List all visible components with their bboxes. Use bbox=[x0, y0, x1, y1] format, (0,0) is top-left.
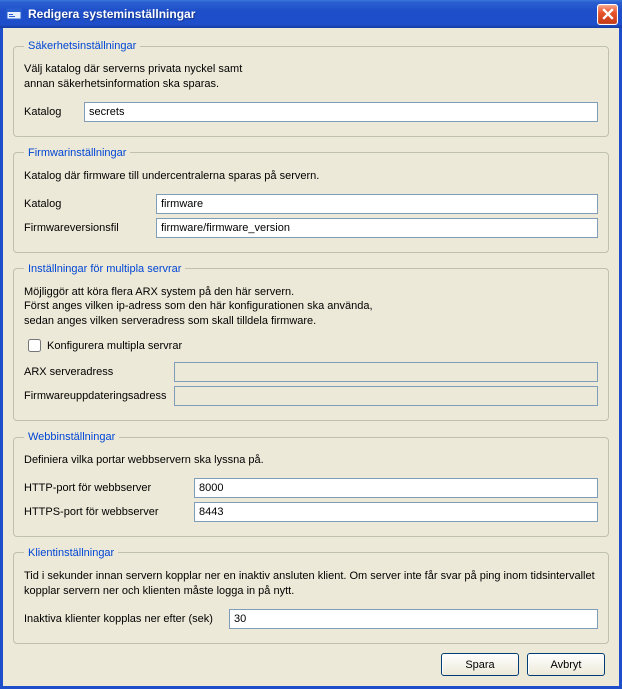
http-port-input[interactable] bbox=[194, 478, 598, 498]
row-firmware-version: Firmwareversionsfil bbox=[24, 218, 598, 238]
security-katalog-input[interactable] bbox=[84, 102, 598, 122]
client-description: Tid i sekunder innan servern kopplar ner… bbox=[24, 569, 598, 599]
https-port-input[interactable] bbox=[194, 502, 598, 522]
group-security-legend: Säkerhetsinställningar bbox=[24, 40, 140, 52]
group-client: Klientinställningar Tid i sekunder innan… bbox=[13, 547, 609, 644]
group-firmware: Firmwarinställningar Katalog där firmwar… bbox=[13, 147, 609, 253]
multi-desc-line1: Möjliggör att köra flera ARX system på d… bbox=[24, 286, 294, 298]
multi-config-checkbox-label[interactable]: Konfigurera multipla servrar bbox=[47, 340, 182, 352]
firmware-description: Katalog där firmware till undercentraler… bbox=[24, 169, 598, 184]
security-katalog-label: Katalog bbox=[24, 106, 84, 118]
multi-desc-line2: Först anges vilken ip-adress som den här… bbox=[24, 300, 373, 312]
client-timeout-label: Inaktiva klienter kopplas ner efter (sek… bbox=[24, 613, 229, 625]
close-icon bbox=[602, 8, 614, 20]
window-body: Säkerhetsinställningar Välj katalog där … bbox=[0, 28, 622, 689]
fw-update-address-label: Firmwareuppdateringsadress bbox=[24, 390, 174, 402]
window-title: Redigera systeminställningar bbox=[28, 7, 597, 21]
row-multi-checkbox: Konfigurera multipla servrar bbox=[28, 339, 598, 352]
row-arx-address: ARX serveradress bbox=[24, 362, 598, 382]
app-icon bbox=[6, 6, 22, 22]
group-multi: Inställningar för multipla servrar Möjli… bbox=[13, 263, 609, 422]
close-button[interactable] bbox=[597, 4, 618, 25]
group-security: Säkerhetsinställningar Välj katalog där … bbox=[13, 40, 609, 137]
group-client-legend: Klientinställningar bbox=[24, 547, 118, 559]
multi-config-checkbox[interactable] bbox=[28, 339, 41, 352]
arx-address-input bbox=[174, 362, 598, 382]
web-description: Definiera vilka portar webbservern ska l… bbox=[24, 453, 598, 468]
title-bar: Redigera systeminställningar bbox=[0, 0, 622, 28]
firmware-version-label: Firmwareversionsfil bbox=[24, 222, 156, 234]
security-description: Välj katalog där serverns privata nyckel… bbox=[24, 62, 598, 92]
multi-desc-line3: sedan anges vilken serveradress som skal… bbox=[24, 315, 316, 327]
row-firmware-katalog: Katalog bbox=[24, 194, 598, 214]
arx-address-label: ARX serveradress bbox=[24, 366, 174, 378]
https-port-label: HTTPS-port för webbserver bbox=[24, 506, 194, 518]
row-security-katalog: Katalog bbox=[24, 102, 598, 122]
fw-update-address-input bbox=[174, 386, 598, 406]
group-web: Webbinställningar Definiera vilka portar… bbox=[13, 431, 609, 537]
group-firmware-legend: Firmwarinställningar bbox=[24, 147, 130, 159]
firmware-katalog-input[interactable] bbox=[156, 194, 598, 214]
button-bar: Spara Avbryt bbox=[3, 645, 619, 686]
firmware-version-input[interactable] bbox=[156, 218, 598, 238]
firmware-katalog-label: Katalog bbox=[24, 198, 156, 210]
row-client-timeout: Inaktiva klienter kopplas ner efter (sek… bbox=[24, 609, 598, 629]
scroll-area[interactable]: Säkerhetsinställningar Välj katalog där … bbox=[3, 28, 619, 645]
group-multi-legend: Inställningar för multipla servrar bbox=[24, 263, 185, 275]
save-button[interactable]: Spara bbox=[441, 653, 519, 676]
security-desc-line2: annan säkerhetsinformation ska sparas. bbox=[24, 78, 219, 90]
client-timeout-input[interactable] bbox=[229, 609, 598, 629]
group-web-legend: Webbinställningar bbox=[24, 431, 119, 443]
security-desc-line1: Välj katalog där serverns privata nyckel… bbox=[24, 63, 242, 75]
row-http-port: HTTP-port för webbserver bbox=[24, 478, 598, 498]
multi-description: Möjliggör att köra flera ARX system på d… bbox=[24, 285, 598, 330]
row-fw-update-address: Firmwareuppdateringsadress bbox=[24, 386, 598, 406]
cancel-button[interactable]: Avbryt bbox=[527, 653, 605, 676]
http-port-label: HTTP-port för webbserver bbox=[24, 482, 194, 494]
row-https-port: HTTPS-port för webbserver bbox=[24, 502, 598, 522]
